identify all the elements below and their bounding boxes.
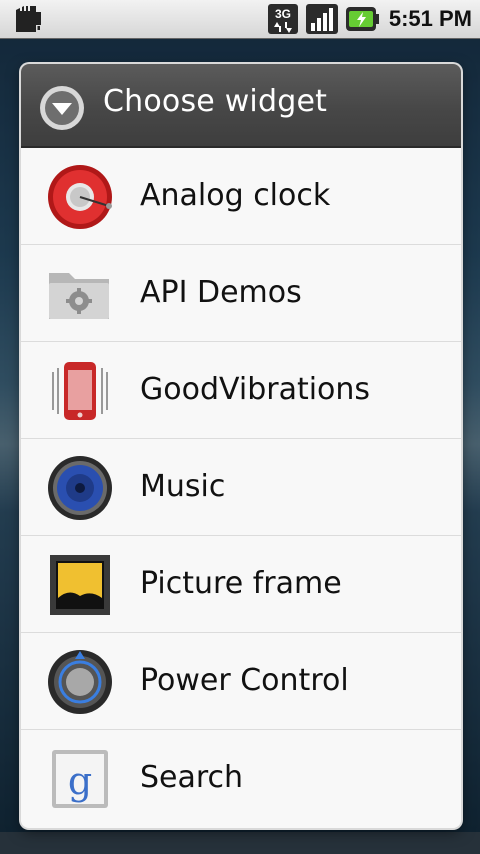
power-control-icon (48, 650, 112, 714)
widget-item-picture-frame[interactable]: Picture frame (21, 536, 461, 633)
clock-time: 5:51 PM (388, 6, 472, 31)
home-dock-peek (0, 832, 480, 854)
folder-gear-icon (49, 273, 109, 319)
widget-label: Music (140, 469, 226, 504)
choose-widget-dialog: Choose widget Analog clock API Demos Goo… (21, 64, 461, 828)
speaker-icon (48, 456, 112, 520)
widget-item-analog-clock[interactable]: Analog clock (21, 148, 461, 245)
picture-frame-icon (50, 555, 110, 615)
3g-data-icon: 3G (267, 4, 298, 34)
widget-label: Power Control (140, 663, 349, 698)
widget-label: API Demos (140, 275, 302, 310)
svg-text:g: g (68, 759, 92, 803)
widget-label: Search (140, 760, 244, 795)
network-type-label: 3G (275, 7, 291, 21)
widget-item-power-control[interactable]: Power Control (21, 633, 461, 730)
dialog-title: Choose widget (103, 84, 328, 119)
widget-label: Picture frame (140, 566, 342, 601)
google-search-icon: g (52, 750, 108, 808)
vibrating-phone-icon (52, 362, 108, 420)
widget-item-api-demos[interactable]: API Demos (21, 245, 461, 342)
analog-clock-icon (48, 165, 112, 229)
sd-card-alert-icon (16, 6, 41, 32)
status-bar: 3G 5:51 PM (0, 0, 480, 39)
widget-item-music[interactable]: Music (21, 439, 461, 536)
widget-item-goodvibrations[interactable]: GoodVibrations (21, 342, 461, 439)
widget-list: Analog clock API Demos GoodVibrations Mu… (21, 148, 461, 826)
dropdown-arrow-icon (40, 86, 84, 130)
signal-strength-icon (305, 4, 338, 34)
widget-label: Analog clock (140, 178, 331, 213)
widget-label: GoodVibrations (140, 372, 371, 407)
dialog-header: Choose widget (21, 64, 461, 148)
battery-charging-icon (345, 7, 379, 31)
widget-item-search[interactable]: g Search (21, 730, 461, 826)
